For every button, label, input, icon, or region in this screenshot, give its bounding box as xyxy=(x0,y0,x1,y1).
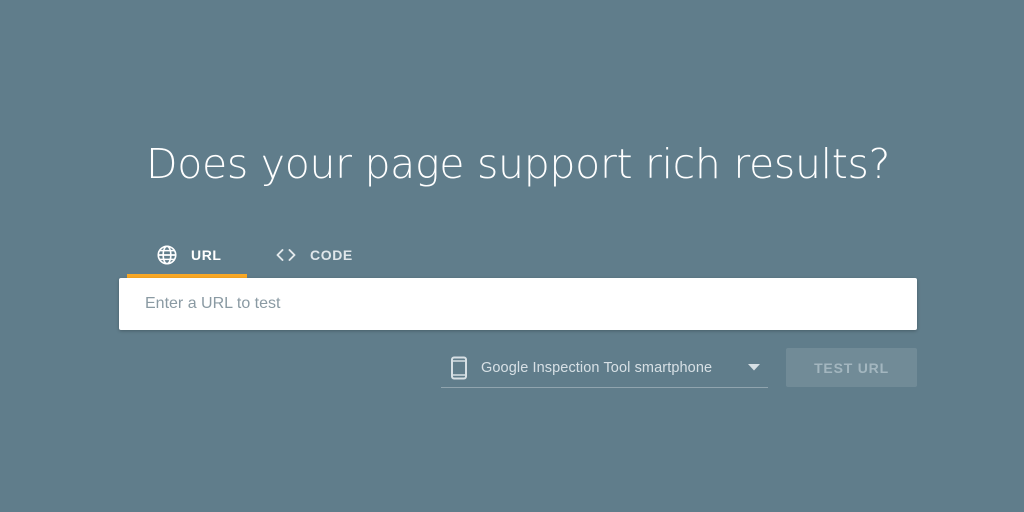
url-input[interactable] xyxy=(119,278,917,330)
code-brackets-icon xyxy=(274,243,298,267)
page: Does your page support rich results? URL xyxy=(0,0,1024,512)
tab-code-label: CODE xyxy=(310,247,353,263)
page-headline: Does your page support rich results? xyxy=(145,140,891,188)
input-mode-tabs: URL CODE xyxy=(127,232,367,278)
globe-icon xyxy=(155,243,179,267)
tab-url-label: URL xyxy=(191,247,222,263)
test-url-button[interactable]: TEST URL xyxy=(786,348,917,387)
smartphone-icon xyxy=(447,356,471,380)
device-select[interactable]: Google Inspection Tool smartphone xyxy=(441,349,768,388)
chevron-down-icon xyxy=(748,362,760,374)
device-select-value: Google Inspection Tool smartphone xyxy=(481,360,713,376)
tab-url[interactable]: URL xyxy=(127,232,247,278)
url-input-container xyxy=(119,278,917,330)
tab-code[interactable]: CODE xyxy=(247,232,367,278)
